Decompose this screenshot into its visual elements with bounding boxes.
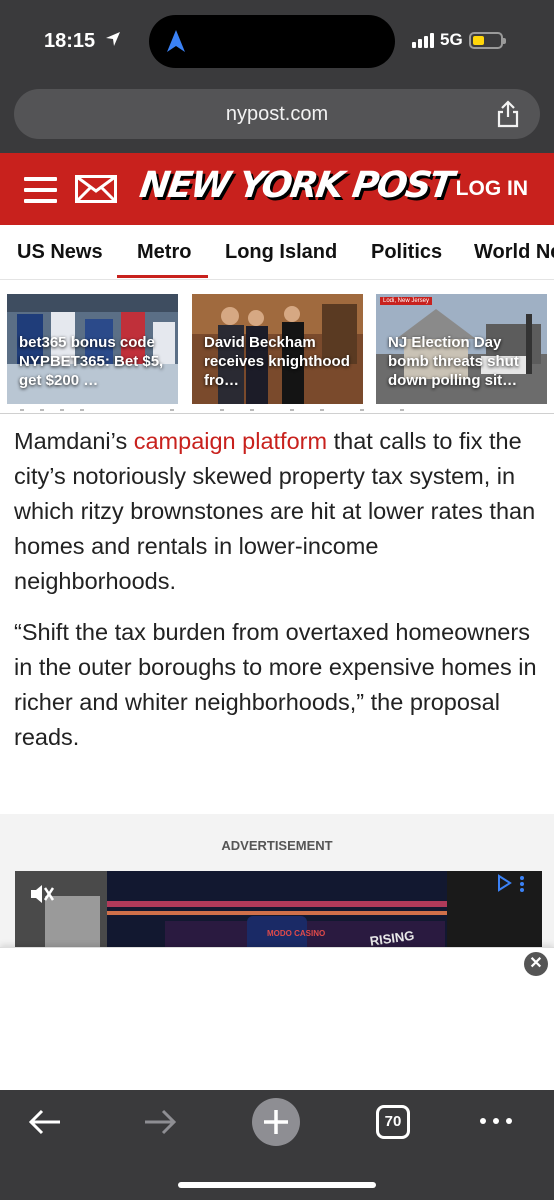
tab-count-button[interactable]: 70 <box>376 1105 410 1139</box>
paragraph-text: Mamdani’s <box>14 428 134 454</box>
dynamic-island <box>149 15 395 68</box>
article-body: Mamdani’s campaign platform that calls t… <box>14 424 544 771</box>
signal-icon <box>412 32 434 48</box>
story-caption: NJ Election Day bomb threats shut down p… <box>388 334 519 389</box>
hamburger-menu-icon[interactable] <box>24 177 57 203</box>
login-link[interactable]: LOG IN <box>456 177 528 201</box>
time-text: 18:15 <box>44 30 96 52</box>
browser-chrome: 18:15 5G nypost.com <box>0 0 554 153</box>
scroll-dots <box>20 407 420 413</box>
address-bar[interactable]: nypost.com <box>14 89 540 139</box>
close-icon[interactable]: ✕ <box>524 952 548 976</box>
nav-us-news[interactable]: US News <box>17 241 103 264</box>
plus-icon <box>264 1110 288 1134</box>
ad-container: ADVERTISEMENT MODO CASINO RISING <box>0 814 554 954</box>
story-card-bet365[interactable]: bet365 bonus code NYPBET365: Bet $5, get… <box>7 294 178 404</box>
campaign-platform-link[interactable]: campaign platform <box>134 428 327 454</box>
ad-label: ADVERTISEMENT <box>221 838 333 853</box>
battery-icon <box>468 31 506 49</box>
article-paragraph: “Shift the tax burden from overtaxed hom… <box>14 619 537 750</box>
active-tab-indicator <box>117 275 208 278</box>
new-tab-button[interactable] <box>252 1098 300 1146</box>
status-indicators: 5G <box>412 30 506 50</box>
location-arrow-icon <box>105 30 121 53</box>
nav-metro[interactable]: Metro <box>137 241 191 264</box>
ad-video[interactable]: MODO CASINO RISING <box>15 871 542 954</box>
ad-video-frame: MODO CASINO RISING <box>15 871 542 954</box>
sticky-ad-overlay[interactable]: ✕ <box>0 947 554 1090</box>
mute-icon[interactable] <box>29 883 55 910</box>
site-logo[interactable]: NEW YORK POST <box>137 165 455 206</box>
network-type: 5G <box>440 30 463 49</box>
story-card-beckham[interactable]: David Beckham receives knighthood fro… <box>192 294 363 404</box>
mail-icon[interactable] <box>75 175 117 208</box>
story-location-tag: Lodi, New Jersey <box>380 297 433 305</box>
more-dots-icon[interactable] <box>480 1118 512 1124</box>
nav-long-island[interactable]: Long Island <box>225 241 337 264</box>
status-time: 18:15 <box>44 30 121 53</box>
page: 18:15 5G nypost.com NEW YORK POST LOG IN… <box>0 0 554 1200</box>
ad-sponsor-text: MODO CASINO <box>267 929 325 938</box>
nav-world-news[interactable]: World News <box>474 241 554 264</box>
article-paragraph: Mamdani’s campaign platform that calls t… <box>14 424 544 599</box>
story-card-nj-election[interactable]: Lodi, New Jersey NJ Election Day bomb th… <box>376 294 547 404</box>
browser-toolbar: 70 <box>0 1090 554 1200</box>
back-arrow-icon[interactable] <box>28 1108 62 1141</box>
share-icon[interactable] <box>496 100 520 133</box>
forward-arrow-icon[interactable] <box>143 1108 177 1141</box>
nav-politics[interactable]: Politics <box>371 241 442 264</box>
site-header: NEW YORK POST LOG IN <box>0 153 554 225</box>
adchoices-icon[interactable] <box>496 874 532 897</box>
story-caption: David Beckham receives knighthood fro… <box>204 334 350 389</box>
section-nav: US News Metro Long Island Politics World… <box>0 225 554 280</box>
story-caption: bet365 bonus code NYPBET365: Bet $5, get… <box>19 334 164 389</box>
navigation-icon <box>166 29 186 58</box>
url-text: nypost.com <box>225 103 329 125</box>
story-strip: bet365 bonus code NYPBET365: Bet $5, get… <box>0 282 554 414</box>
home-indicator <box>178 1182 376 1188</box>
